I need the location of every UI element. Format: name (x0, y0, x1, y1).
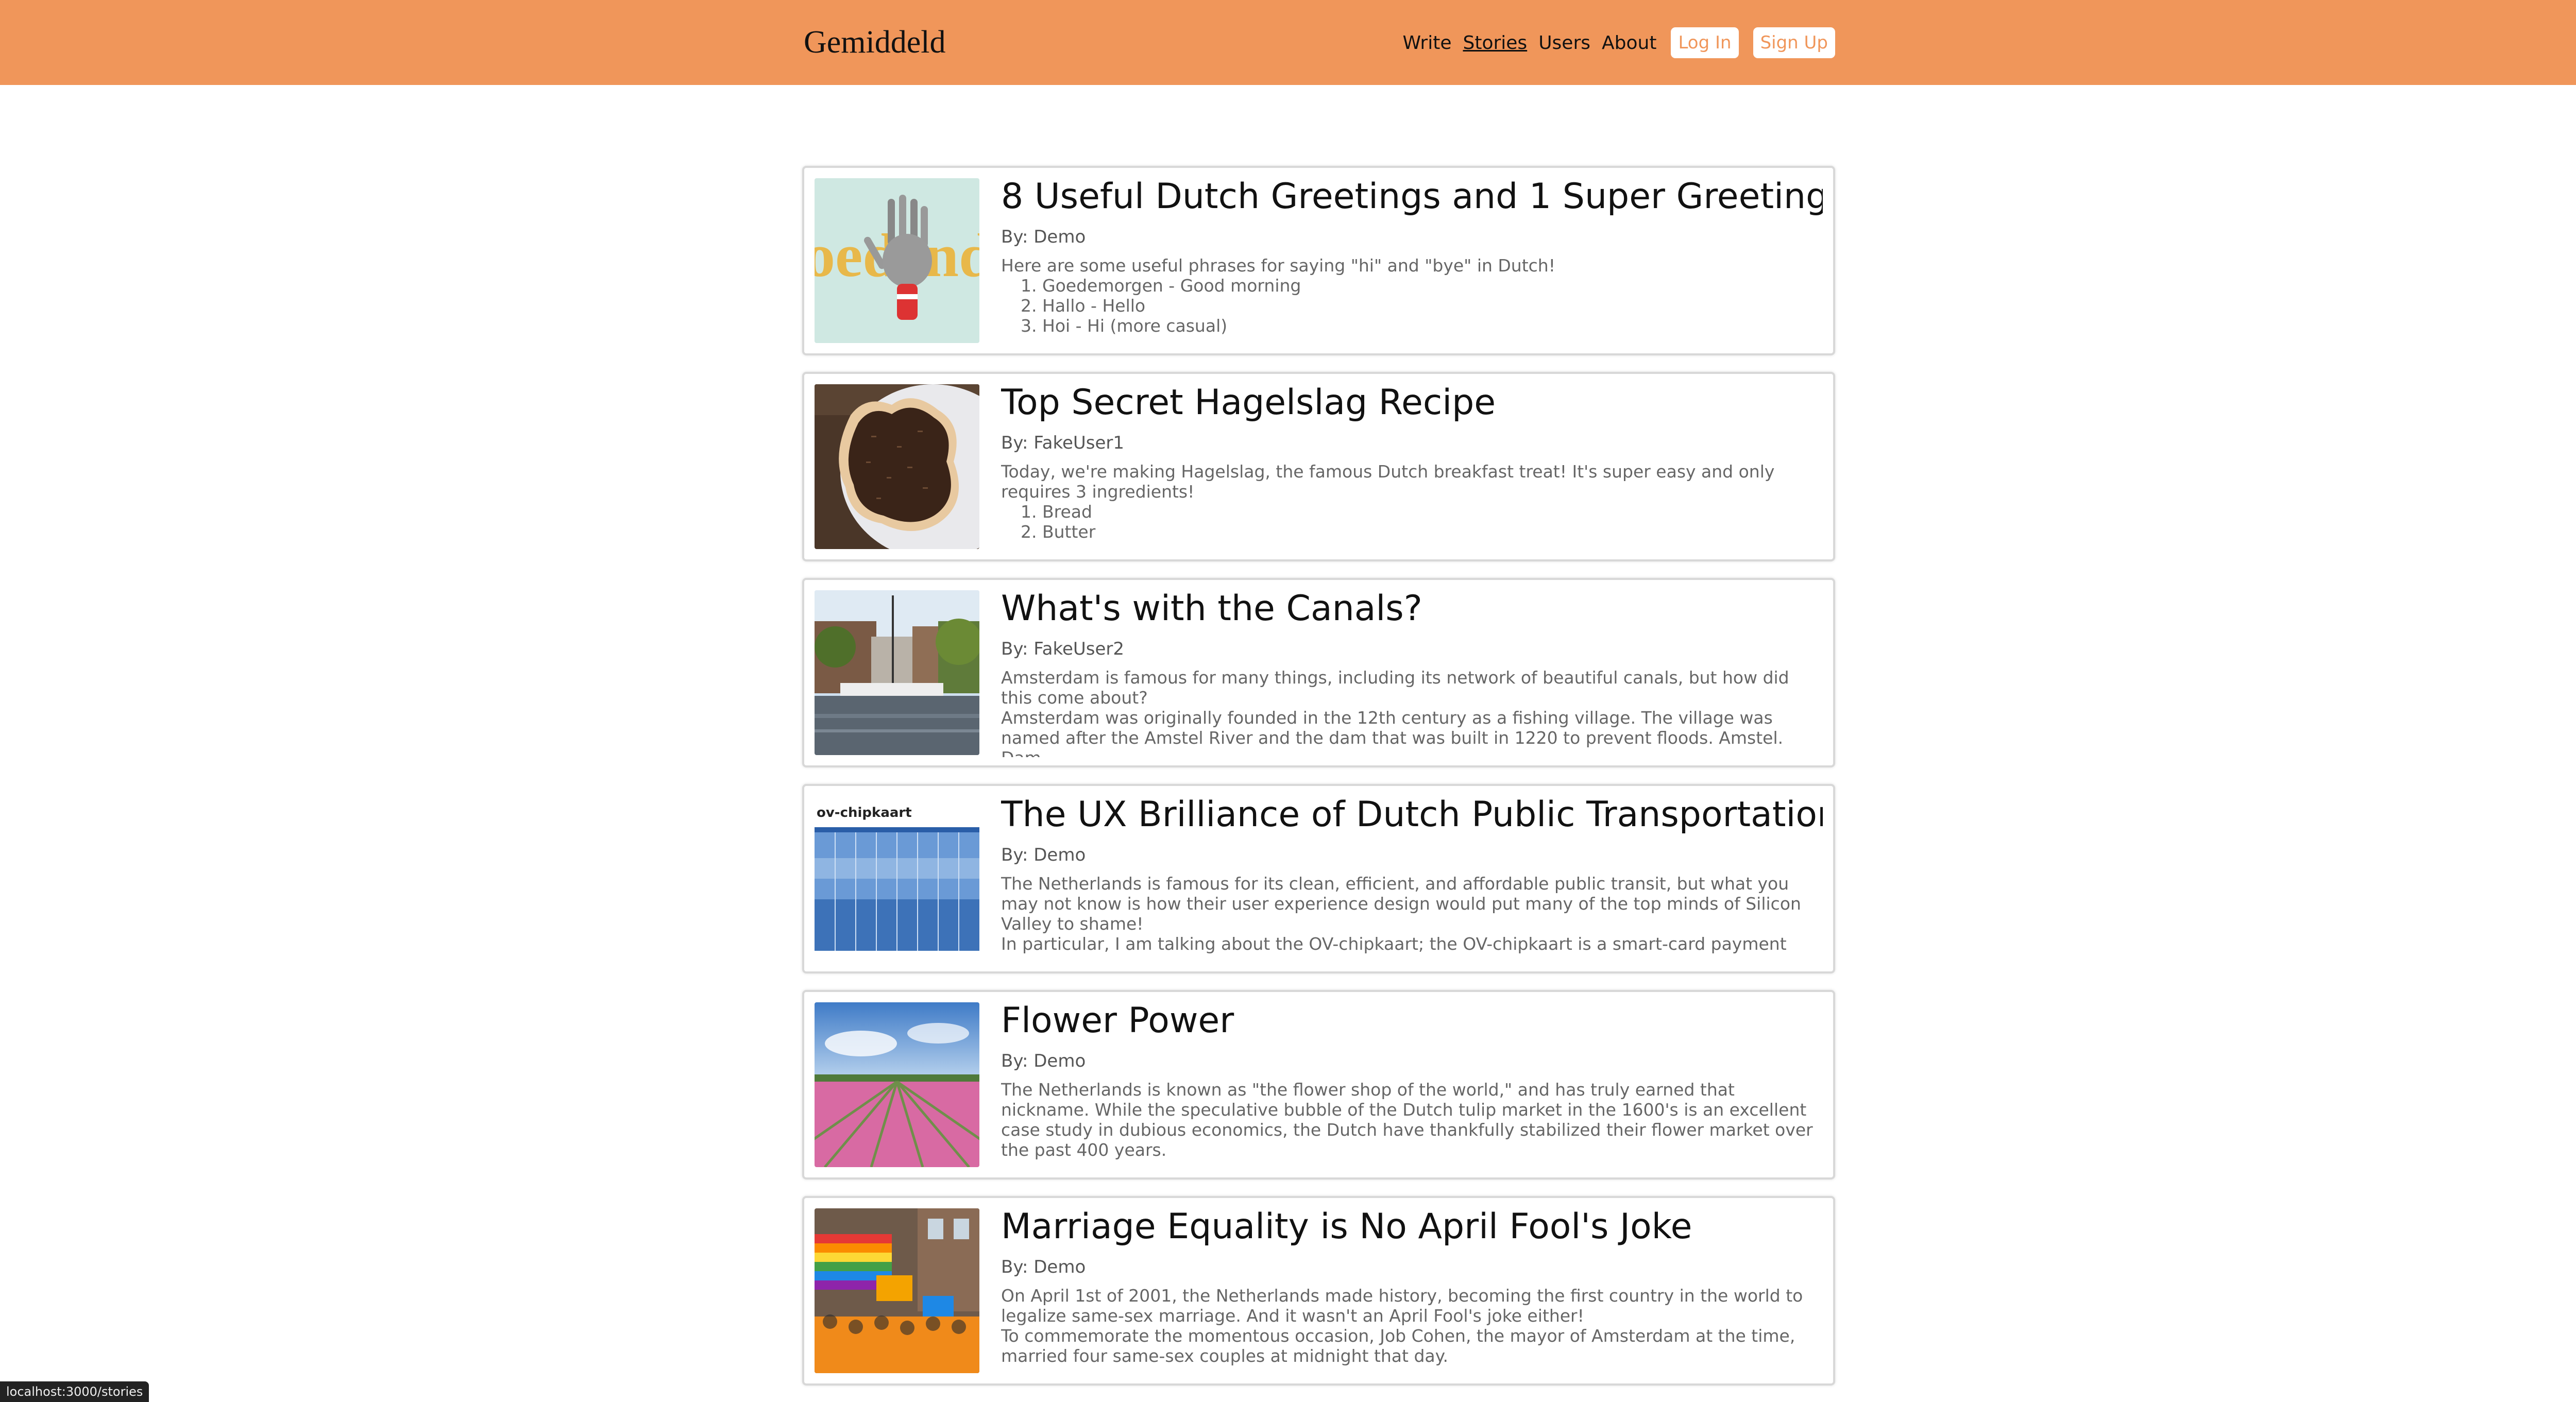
ov-chipkaart-label: ov-chipkaart (817, 805, 912, 820)
story-thumbnail-hagelslag[interactable] (815, 384, 979, 549)
excerpt-paragraph: The Netherlands is known as "the flower … (1001, 1080, 1813, 1160)
excerpt-paragraph: The Netherlands is famous for its clean,… (1001, 874, 1801, 934)
story-excerpt: The Netherlands is known as "the flower … (1001, 1080, 1823, 1160)
story-title[interactable]: Top Secret Hagelslag Recipe (1001, 381, 1823, 424)
excerpt-list-item: Hallo - Hello (1042, 296, 1823, 316)
story-card[interactable]: ov-chipkaart The UX Brilliance of Dutch … (802, 784, 1835, 973)
nav-stories-link[interactable]: Stories (1463, 32, 1527, 54)
excerpt-paragraph: Amsterdam was originally founded in the … (1001, 708, 1784, 757)
excerpt-list: Goedemorgen - Good morning Hallo - Hello… (1001, 276, 1823, 336)
story-excerpt: Amsterdam is famous for many things, inc… (1001, 668, 1823, 757)
story-card[interactable]: oedenda 8 Useful Dutch Greetings and 1 S… (802, 166, 1835, 355)
story-content: The UX Brilliance of Dutch Public Transp… (1001, 793, 1823, 963)
story-excerpt: The Netherlands is famous for its clean,… (1001, 874, 1823, 954)
story-author: By: Demo (1001, 845, 1086, 865)
excerpt-paragraph: Amsterdam is famous for many things, inc… (1001, 668, 1789, 708)
story-excerpt: Today, we're making Hagelslag, the famou… (1001, 461, 1823, 542)
story-thumbnail-ov-chipkaart[interactable]: ov-chipkaart (815, 796, 979, 961)
story-thumbnail-canals[interactable] (815, 590, 979, 755)
excerpt-list: Bread Butter (1001, 502, 1823, 542)
story-card[interactable]: Top Secret Hagelslag Recipe By: FakeUser… (802, 372, 1835, 561)
nav-write-link[interactable]: Write (1402, 32, 1451, 54)
story-author: By: FakeUser1 (1001, 433, 1125, 453)
story-content: Flower Power By: Demo The Netherlands is… (1001, 999, 1823, 1169)
nav-links: Write Stories Users About Log In Sign Up (1402, 25, 1835, 61)
story-card[interactable]: Marriage Equality is No April Fool's Jok… (802, 1196, 1835, 1386)
excerpt-list-item: Butter (1042, 522, 1823, 542)
story-author: By: Demo (1001, 227, 1086, 247)
excerpt-paragraph: To commemorate the momentous occasion, J… (1001, 1326, 1795, 1366)
story-author: By: Demo (1001, 1257, 1086, 1277)
story-author: By: FakeUser2 (1001, 639, 1125, 659)
nav-about-link[interactable]: About (1602, 32, 1656, 54)
signup-button[interactable]: Sign Up (1753, 27, 1835, 58)
site-logo[interactable]: Gemiddeld (804, 24, 946, 61)
story-card[interactable]: Flower Power By: Demo The Netherlands is… (802, 990, 1835, 1179)
top-navbar: Gemiddeld Write Stories Users About Log … (0, 0, 2576, 85)
nav-users-link[interactable]: Users (1538, 32, 1590, 54)
excerpt-paragraph: Here are some useful phrases for saying … (1001, 255, 1555, 276)
excerpt-list-item: Bread (1042, 502, 1823, 522)
story-title[interactable]: What's with the Canals? (1001, 587, 1823, 630)
excerpt-list-item: Hoi - Hi (more casual) (1042, 316, 1823, 336)
link-status-url: localhost:3000/stories (0, 1381, 149, 1402)
excerpt-paragraph: On April 1st of 2001, the Netherlands ma… (1001, 1286, 1803, 1326)
story-card[interactable]: What's with the Canals? By: FakeUser2 Am… (802, 578, 1835, 767)
story-excerpt: On April 1st of 2001, the Netherlands ma… (1001, 1286, 1823, 1366)
story-content: 8 Useful Dutch Greetings and 1 Super Gre… (1001, 175, 1823, 345)
login-button[interactable]: Log In (1671, 27, 1739, 58)
story-title[interactable]: Flower Power (1001, 999, 1823, 1042)
excerpt-list-item: Goedemorgen - Good morning (1042, 276, 1823, 296)
story-content: Marriage Equality is No April Fool's Jok… (1001, 1205, 1823, 1375)
story-excerpt: Here are some useful phrases for saying … (1001, 255, 1823, 336)
excerpt-paragraph: In particular, I am talking about the OV… (1001, 934, 1787, 954)
story-thumbnail-tulips[interactable] (815, 1002, 979, 1167)
story-thumbnail-greetings[interactable]: oedenda (815, 178, 979, 343)
story-content: What's with the Canals? By: FakeUser2 Am… (1001, 587, 1823, 757)
story-thumbnail-pride[interactable] (815, 1208, 979, 1373)
story-title[interactable]: 8 Useful Dutch Greetings and 1 Super Gre… (1001, 175, 1823, 218)
story-title[interactable]: Marriage Equality is No April Fool's Jok… (1001, 1205, 1823, 1249)
story-content: Top Secret Hagelslag Recipe By: FakeUser… (1001, 381, 1823, 551)
excerpt-paragraph: Today, we're making Hagelslag, the famou… (1001, 461, 1775, 502)
story-title[interactable]: The UX Brilliance of Dutch Public Transp… (1001, 793, 1823, 836)
story-list: oedenda 8 Useful Dutch Greetings and 1 S… (802, 166, 1835, 1402)
story-author: By: Demo (1001, 1051, 1086, 1071)
